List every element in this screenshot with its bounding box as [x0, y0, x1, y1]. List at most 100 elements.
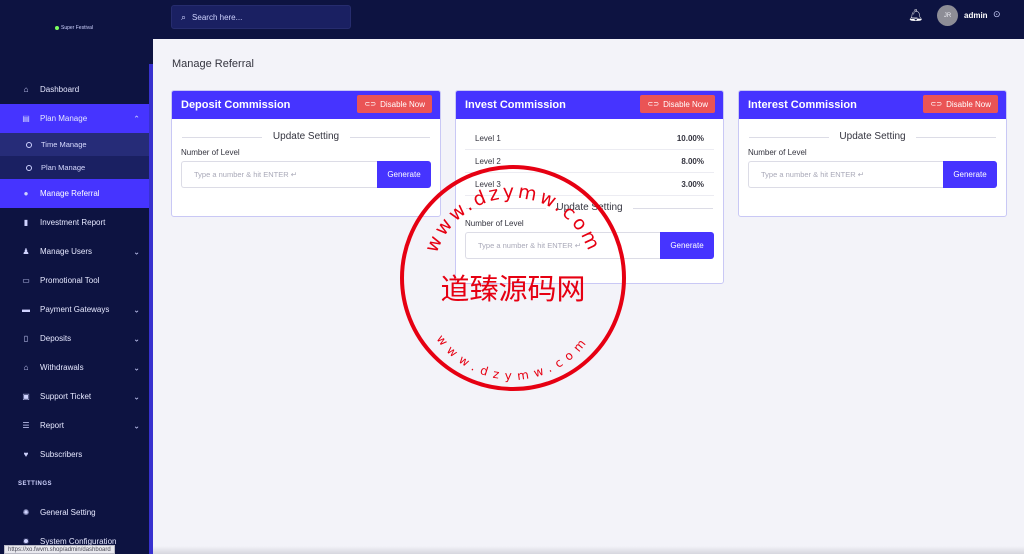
generate-button[interactable]: Generate [377, 161, 431, 188]
user-name[interactable]: admin [964, 11, 988, 20]
circle-icon [26, 164, 32, 171]
avatar[interactable]: JR [937, 5, 958, 26]
brand-name: Super Festival [61, 25, 93, 31]
search-placeholder: Search here... [192, 12, 243, 22]
sidebar-item-label: Plan Manage [40, 114, 88, 123]
sidebar-item-label: Investment Report [40, 218, 106, 227]
sidebar-item-manage-referral[interactable]: ● Manage Referral [0, 179, 149, 208]
sidebar-item-general-setting[interactable]: ✺ General Setting [0, 498, 149, 527]
level-name: Level 3 [475, 179, 501, 189]
sidebar-item-label: Subscribers [40, 450, 83, 459]
sidebar-item-label: Support Ticket [40, 392, 92, 401]
level-value: 8.00% [681, 156, 704, 166]
sidebar-item-label: Withdrawals [40, 363, 84, 372]
update-setting-title: Update Setting [172, 131, 440, 142]
sidebar-nav: ⌂ Dashboard ▤ Plan Manage ⌃ Time Manage … [0, 75, 149, 554]
bell-icon[interactable]: 🔔︎ [908, 8, 923, 22]
update-setting-title: Update Setting [739, 131, 1006, 142]
card-header: Interest Commission ⊂⊃ Disable Now [739, 91, 1006, 119]
sidebar-item-manage-users[interactable]: ♟ Manage Users ⌄ [0, 237, 149, 266]
number-of-level-label: Number of Level [748, 148, 807, 157]
sidebar-item-label: Deposits [40, 334, 72, 343]
image-icon: ▭ [22, 276, 30, 285]
page-title: Manage Referral [172, 58, 254, 70]
list-item: Level 3 3.00% [465, 173, 714, 196]
toggle-icon: ⊂⊃ [647, 101, 660, 108]
sidebar-subitem-plan-manage[interactable]: Plan Manage [0, 156, 149, 179]
disable-now-button[interactable]: ⊂⊃ Disable Now [640, 95, 715, 113]
list-item: Level 2 8.00% [465, 150, 714, 173]
sidebar-subitem-label: Plan Manage [41, 163, 86, 172]
credit-card-icon: ▬ [22, 305, 30, 314]
brand-logo[interactable]: Super Festival [55, 25, 93, 31]
chevron-down-icon: ⌄ [133, 247, 140, 256]
list-icon: ☰ [22, 421, 30, 430]
sidebar-section-settings: SETTINGS [18, 480, 53, 487]
number-of-level-label: Number of Level [465, 219, 524, 228]
level-name: Level 2 [475, 156, 501, 166]
circle-icon [26, 141, 32, 148]
list-item: Level 1 10.00% [465, 127, 714, 150]
level-number-input[interactable]: Type a number & hit ENTER ↵ [181, 161, 377, 188]
level-number-input[interactable]: Type a number & hit ENTER ↵ [748, 161, 943, 188]
sidebar-item-label: Manage Users [40, 247, 93, 256]
sidebar-item-promotional-tool[interactable]: ▭ Promotional Tool [0, 266, 149, 295]
chevron-circle-down-icon[interactable]: ⊙ [993, 9, 1001, 20]
sidebar: Super Festival ⌂ Dashboard ▤ Plan Manage… [0, 0, 153, 554]
disable-now-button[interactable]: ⊂⊃ Disable Now [923, 95, 998, 113]
card-header: Deposit Commission ⊂⊃ Disable Now [172, 91, 440, 119]
cog-icon: ✺ [22, 508, 30, 517]
generate-row: Type a number & hit ENTER ↵ Generate [748, 161, 997, 188]
level-value: 10.00% [676, 133, 704, 143]
level-value: 3.00% [681, 179, 704, 189]
generate-button[interactable]: Generate [943, 161, 997, 188]
level-number-input[interactable]: Type a number & hit ENTER ↵ [465, 232, 660, 259]
sidebar-scrollbar[interactable] [149, 64, 153, 554]
thumbs-up-icon: ♥ [23, 450, 29, 459]
sidebar-item-deposits[interactable]: ▯ Deposits ⌄ [0, 324, 149, 353]
home-icon: ⌂ [23, 85, 29, 94]
sidebar-item-label: Promotional Tool [40, 276, 100, 285]
level-name: Level 1 [475, 133, 501, 143]
logo-dot-icon [55, 26, 59, 30]
sidebar-item-withdrawals[interactable]: ⌂ Withdrawals ⌄ [0, 353, 149, 382]
sidebar-item-dashboard[interactable]: ⌂ Dashboard [0, 75, 149, 104]
sidebar-item-payment-gateways[interactable]: ▬ Payment Gateways ⌄ [0, 295, 149, 324]
ticket-icon: ▣ [22, 392, 30, 401]
number-of-level-label: Number of Level [181, 148, 240, 157]
level-list: Level 1 10.00% Level 2 8.00% Level 3 3.0… [465, 127, 714, 196]
disable-now-button[interactable]: ⊂⊃ Disable Now [357, 95, 432, 113]
status-url: https://xo.fwvm.shop/admin/dashboard [4, 545, 115, 554]
sidebar-item-plan-manage[interactable]: ▤ Plan Manage ⌃ [0, 104, 149, 133]
card-title: Invest Commission [465, 99, 566, 111]
sidebar-subitem-time-manage[interactable]: Time Manage [0, 133, 149, 156]
drop-icon: ● [23, 189, 29, 198]
sidebar-item-label: Payment Gateways [40, 305, 110, 314]
bank-icon: ⌂ [23, 363, 29, 372]
file-icon: ▯ [23, 334, 29, 343]
chevron-down-icon: ⌄ [133, 363, 140, 372]
sidebar-item-support-ticket[interactable]: ▣ Support Ticket ⌄ [0, 382, 149, 411]
search-input[interactable]: ⌕ Search here... [171, 5, 351, 29]
generate-button[interactable]: Generate [660, 232, 714, 259]
sidebar-item-label: Manage Referral [40, 189, 100, 198]
chevron-down-icon: ⌄ [133, 392, 140, 401]
sidebar-item-investment-report[interactable]: ▮ Investment Report [0, 208, 149, 237]
clipboard-icon: ▤ [22, 114, 30, 123]
deposit-commission-card: Deposit Commission ⊂⊃ Disable Now Update… [171, 90, 441, 217]
chevron-down-icon: ⌄ [133, 334, 140, 343]
update-setting-title: Update Setting [456, 202, 723, 213]
stamp-bottom-arc-text: www.dzymw.com [434, 332, 593, 383]
chevron-down-icon: ⌄ [133, 421, 140, 430]
sidebar-item-report[interactable]: ☰ Report ⌄ [0, 411, 149, 440]
chevron-up-icon: ⌃ [133, 114, 140, 123]
toggle-icon: ⊂⊃ [930, 101, 943, 108]
button-label: Disable Now [946, 99, 991, 109]
sidebar-item-subscribers[interactable]: ♥ Subscribers [0, 440, 149, 469]
page-bottom-edge [153, 546, 1024, 554]
generate-row: Type a number & hit ENTER ↵ Generate [465, 232, 714, 259]
search-icon: ⌕ [181, 11, 187, 22]
chevron-down-icon: ⌄ [133, 305, 140, 314]
toggle-icon: ⊂⊃ [364, 101, 377, 108]
invest-commission-card: Invest Commission ⊂⊃ Disable Now Level 1… [455, 90, 724, 284]
